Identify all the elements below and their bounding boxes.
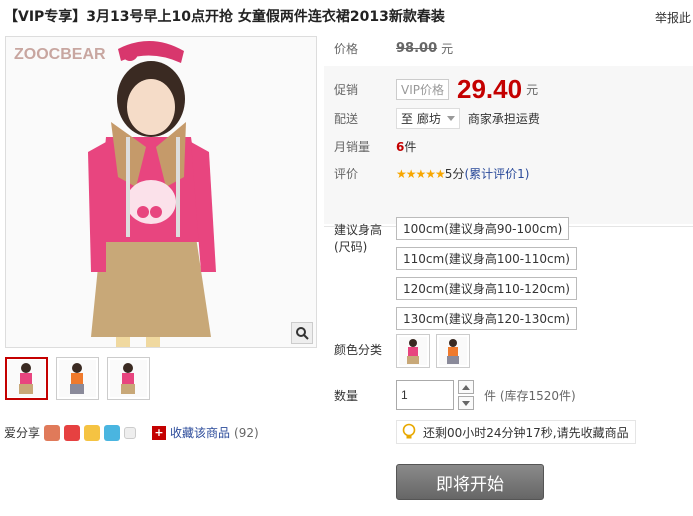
review-label: 评价 [334, 167, 359, 181]
sales-label: 月销量 [334, 140, 371, 154]
zoom-button[interactable] [291, 322, 313, 344]
share-star-icon[interactable] [84, 424, 101, 441]
coming-soon-button[interactable]: 即将开始 [396, 464, 544, 500]
color-options [396, 334, 470, 368]
quantity-decrease-button[interactable] [458, 396, 474, 410]
color-option-pink[interactable] [396, 334, 430, 368]
size-option-100[interactable]: 100cm(建议身高90-100cm) [396, 217, 570, 240]
quantity-input[interactable] [396, 380, 454, 410]
stock-info: 件 (库存1520件) [484, 389, 576, 403]
quantity-label: 数量 [334, 389, 359, 403]
main-product-image[interactable]: ZOOCBEAR [5, 36, 317, 348]
price-unit: 元 [441, 42, 454, 56]
delivery-row: 配送 至 廊坊 商家承担运费 [334, 108, 540, 129]
promo-row: 促销 VIP价格 29.40 元 [334, 74, 538, 105]
promo-unit: 元 [526, 83, 539, 97]
thumbnail-image [8, 360, 45, 397]
thumbnail-1[interactable] [5, 357, 48, 400]
thumbnail-image [110, 360, 147, 397]
share-weibo-icon[interactable] [64, 424, 81, 441]
thumbnail-list [5, 357, 150, 400]
price-row: 价格 98.00 元 [334, 40, 453, 57]
thumbnail-image [59, 360, 96, 397]
size-option-120[interactable]: 120cm(建议身高110-120cm) [396, 277, 577, 300]
brand-watermark: ZOOCBEAR [14, 46, 106, 63]
review-link[interactable]: (累计评价1) [464, 165, 529, 182]
location-select[interactable]: 至 廊坊 [396, 108, 460, 129]
shipping-note: 商家承担运费 [467, 112, 540, 126]
size-option-110[interactable]: 110cm(建议身高100-110cm) [396, 247, 577, 270]
size-label: 建议身高 (尺码) [334, 222, 394, 256]
favorite-count: (92) [234, 425, 259, 440]
original-price: 98.00 [396, 41, 438, 56]
product-photo: ZOOCBEAR [6, 37, 316, 347]
countdown-tip: 还剩00小时24分钟17秒,请先收藏商品 [396, 420, 636, 444]
size-option-130[interactable]: 130cm(建议身高120-130cm) [396, 307, 577, 330]
share-qzone-icon[interactable] [44, 424, 61, 441]
share-label: 爱分享 [4, 426, 41, 440]
sales-count: 6 [396, 139, 405, 154]
promo-label: 促销 [334, 83, 359, 97]
favorite-icon: + [152, 425, 167, 440]
promo-price: 29.40 [457, 74, 523, 104]
review-score: 5分 [444, 167, 465, 181]
color-swatch-image [439, 337, 467, 365]
color-swatch-image [399, 337, 427, 365]
sales-unit: 件 [404, 140, 417, 154]
lightbulb-icon [402, 423, 416, 439]
share-chat-icon[interactable] [104, 424, 121, 441]
quantity-increase-button[interactable] [458, 380, 474, 394]
chevron-down-icon [446, 116, 455, 121]
review-row: 评价 ★★★★★ 5分 (累计评价1) [334, 165, 529, 182]
arrow-up-icon [462, 384, 470, 390]
arrow-down-icon [462, 400, 470, 406]
sales-row: 月销量 6 件 [334, 138, 416, 155]
magnifier-icon [296, 327, 309, 340]
star-rating-icon: ★★★★★ [396, 166, 446, 181]
price-label: 价格 [334, 42, 359, 56]
color-label: 颜色分类 [334, 343, 383, 357]
product-title: 【VIP专享】3月13号早上10点开抢 女童假两件连衣裙2013新款春装 [4, 9, 445, 25]
color-option-orange[interactable] [436, 334, 470, 368]
size-options: 100cm(建议身高90-100cm) 110cm(建议身高100-110cm)… [396, 217, 577, 337]
vip-price-tag: VIP价格 [396, 79, 449, 100]
favorite-label[interactable]: 收藏该商品 [170, 424, 230, 441]
share-bar: 爱分享 + 收藏该商品 (92) [4, 424, 259, 441]
size-label-text: 建议身高 (尺码) [334, 223, 383, 254]
countdown-text: 还剩00小时24分钟17秒,请先收藏商品 [423, 425, 629, 440]
thumbnail-3[interactable] [107, 357, 150, 400]
location-value: 至 廊坊 [401, 112, 441, 126]
favorite-button[interactable]: + 收藏该商品 (92) [152, 424, 259, 441]
purchase-panel: 价格 98.00 元 促销 VIP价格 29.40 元 配送 至 廊坊 商家承担… [324, 34, 693, 516]
thumbnail-2[interactable] [56, 357, 99, 400]
share-more-icon[interactable] [124, 426, 137, 439]
report-link[interactable]: 举报此 [655, 9, 691, 26]
delivery-label: 配送 [334, 112, 359, 126]
